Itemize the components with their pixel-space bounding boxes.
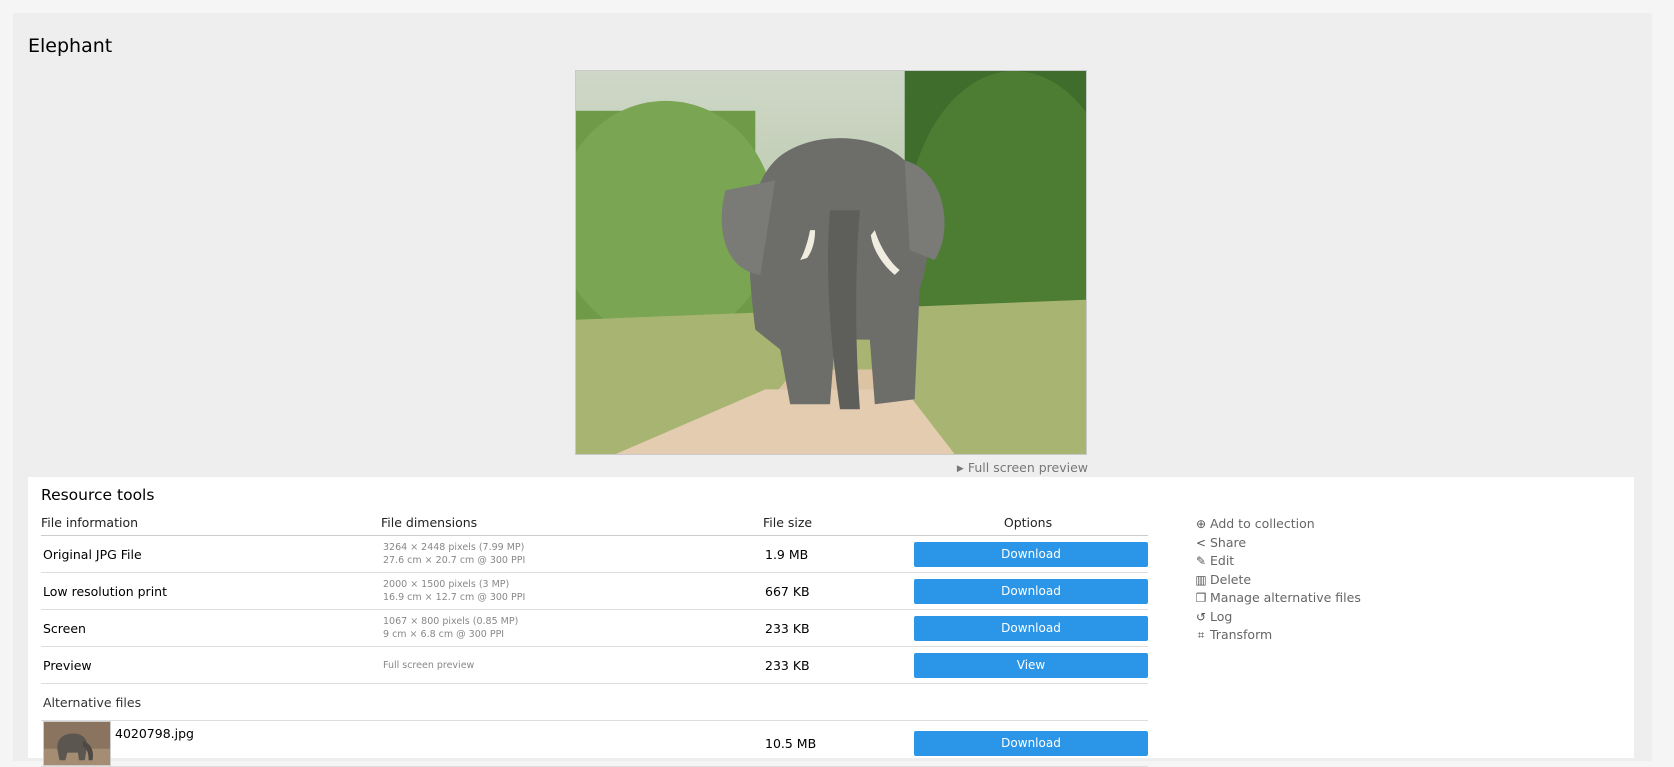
file-dimensions: 3264 × 2448 pixels (7.99 MP) 27.6 cm × 20… [381, 535, 763, 573]
alternative-file-row: 4020798.jpg 10.5 MB Download [41, 720, 1148, 767]
add-to-collection-link[interactable]: ⊕ Add to collection [1194, 515, 1361, 534]
full-screen-preview-link[interactable]: ▶ Full screen preview [957, 460, 1088, 475]
alternative-files-label: Alternative files [41, 683, 1148, 721]
resource-actions-list: ⊕ Add to collection < Share ✎ Edit ▥ Delete … [1194, 515, 1361, 645]
preview-image[interactable] [575, 70, 1087, 455]
table-row: Low resolution print 2000 × 1500 pixels … [41, 572, 1148, 610]
pencil-icon: ✎ [1195, 554, 1207, 568]
view-button[interactable]: View [914, 652, 1148, 678]
file-size: 233 KB [763, 646, 908, 684]
file-name: Low resolution print [41, 572, 381, 610]
history-icon: ↺ [1195, 609, 1207, 624]
table-row: Screen 1067 × 800 pixels (0.85 MP) 9 cm ×… [41, 609, 1148, 647]
download-button[interactable]: Download [914, 731, 1148, 756]
alternative-file-name: 4020798.jpg [115, 726, 194, 741]
delete-link[interactable]: ▥ Delete [1194, 571, 1361, 590]
column-header-file-dimensions: File dimensions [381, 510, 763, 536]
file-size: 667 KB [763, 572, 908, 610]
column-header-file-size: File size [763, 510, 908, 536]
page-title: Elephant [28, 35, 113, 57]
file-size: 233 KB [763, 609, 908, 647]
trash-icon: ▥ [1195, 572, 1207, 587]
log-link[interactable]: ↺ Log [1194, 608, 1361, 627]
plus-circle-icon: ⊕ [1195, 517, 1207, 531]
resource-tools-heading: Resource tools [41, 486, 155, 504]
file-size: 10.5 MB [763, 720, 908, 767]
column-header-options: Options [908, 510, 1148, 536]
alternative-file-thumbnail[interactable] [43, 721, 111, 766]
column-header-file-information: File information [41, 510, 381, 536]
file-dimensions: Full screen preview [381, 646, 763, 684]
copy-icon: ❐ [1195, 591, 1207, 605]
file-name: Preview [41, 646, 381, 684]
transform-link[interactable]: ⌗ Transform [1194, 626, 1361, 645]
download-button[interactable]: Download [914, 615, 1148, 641]
share-link[interactable]: < Share [1194, 534, 1361, 553]
elephant-photo [576, 71, 1086, 454]
resource-tools-section: Resource tools File information File dim… [28, 477, 1634, 767]
table-row: Original JPG File 3264 × 2448 pixels (7.… [41, 535, 1148, 573]
file-name: Original JPG File [41, 535, 381, 573]
file-dimensions: 2000 × 1500 pixels (3 MP) 16.9 cm × 12.7 … [381, 572, 763, 610]
file-name: Screen [41, 609, 381, 647]
table-row: Preview Full screen preview 233 KB View [41, 646, 1148, 684]
download-button[interactable]: Download [914, 578, 1148, 604]
alternative-files-header: Alternative files [41, 683, 1148, 721]
file-size: 1.9 MB [763, 535, 908, 573]
edit-link[interactable]: ✎ Edit [1194, 552, 1361, 571]
manage-alternative-files-link[interactable]: ❐ Manage alternative files [1194, 589, 1361, 608]
file-downloads-table: File information File dimensions File si… [41, 510, 1148, 767]
share-icon: < [1195, 535, 1207, 550]
caret-right-icon: ▶ [956, 464, 964, 474]
file-dimensions: 1067 × 800 pixels (0.85 MP) 9 cm × 6.8 cm… [381, 609, 763, 647]
download-button[interactable]: Download [914, 541, 1148, 567]
crop-icon: ⌗ [1197, 628, 1205, 642]
baby-elephant-thumbnail [44, 722, 110, 765]
